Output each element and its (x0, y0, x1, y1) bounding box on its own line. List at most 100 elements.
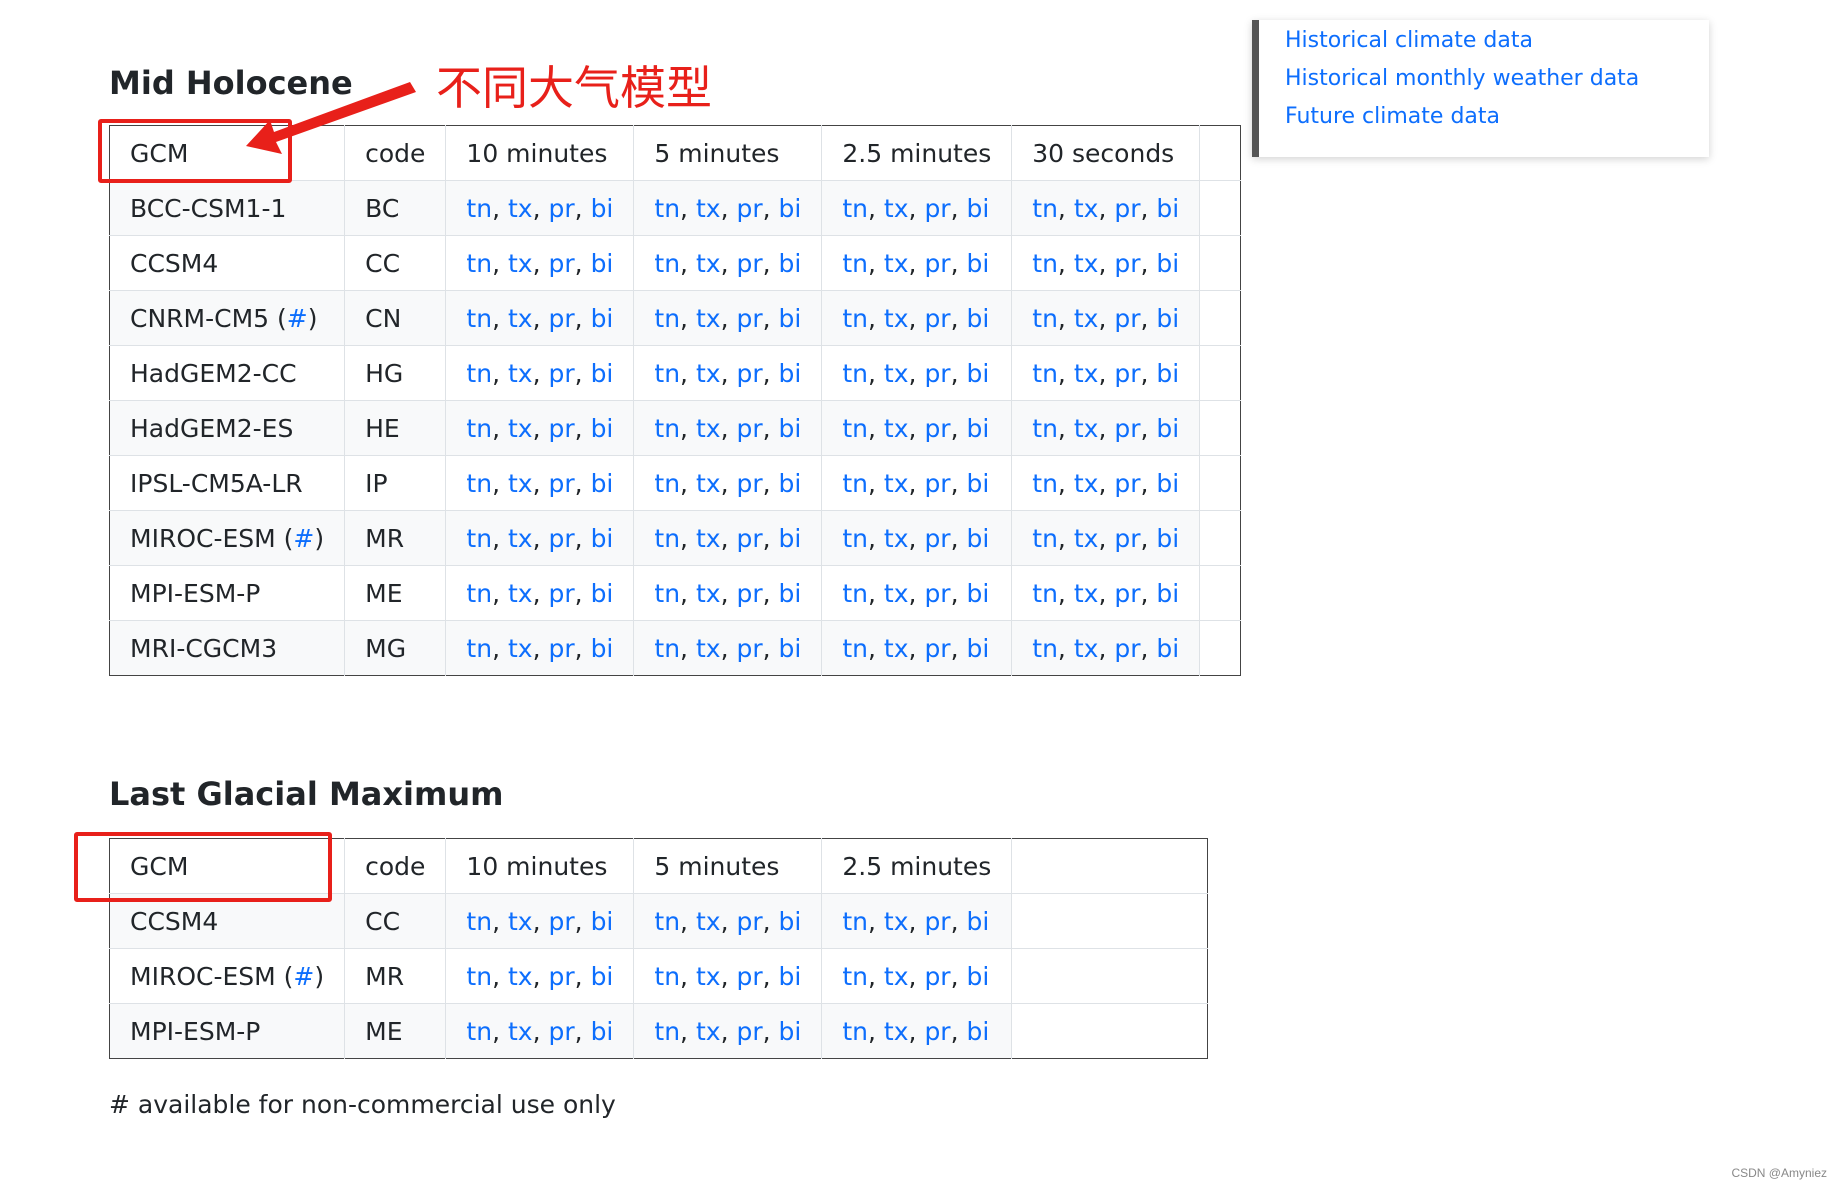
download-link-pr[interactable]: pr (736, 249, 762, 278)
download-link-bi[interactable]: bi (591, 962, 614, 991)
download-link-pr[interactable]: pr (924, 304, 950, 333)
download-link-pr[interactable]: pr (549, 469, 575, 498)
download-link-tx[interactable]: tx (696, 304, 721, 333)
download-link-bi[interactable]: bi (967, 634, 990, 663)
download-link-pr[interactable]: pr (549, 1017, 575, 1046)
download-link-pr[interactable]: pr (549, 907, 575, 936)
download-link-tx[interactable]: tx (1074, 414, 1099, 443)
download-link-pr[interactable]: pr (736, 194, 762, 223)
download-link-bi[interactable]: bi (1156, 304, 1179, 333)
download-link-bi[interactable]: bi (779, 524, 802, 553)
download-link-tn[interactable]: tn (842, 469, 868, 498)
download-link-bi[interactable]: bi (591, 249, 614, 278)
download-link-pr[interactable]: pr (924, 469, 950, 498)
download-link-bi[interactable]: bi (779, 579, 802, 608)
download-link-tn[interactable]: tn (1032, 249, 1058, 278)
download-link-tn[interactable]: tn (654, 414, 680, 443)
download-link-tx[interactable]: tx (884, 1017, 909, 1046)
download-link-tn[interactable]: tn (654, 524, 680, 553)
download-link-pr[interactable]: pr (736, 962, 762, 991)
download-link-bi[interactable]: bi (1156, 634, 1179, 663)
download-link-bi[interactable]: bi (591, 194, 614, 223)
download-link-tn[interactable]: tn (1032, 194, 1058, 223)
download-link-tx[interactable]: tx (884, 907, 909, 936)
download-link-bi[interactable]: bi (591, 1017, 614, 1046)
download-link-tn[interactable]: tn (466, 359, 492, 388)
download-link-pr[interactable]: pr (736, 579, 762, 608)
download-link-pr[interactable]: pr (1114, 359, 1140, 388)
download-link-tn[interactable]: tn (842, 524, 868, 553)
download-link-bi[interactable]: bi (967, 249, 990, 278)
download-link-tn[interactable]: tn (466, 469, 492, 498)
download-link-tn[interactable]: tn (654, 907, 680, 936)
nav-link-historical-monthly-weather[interactable]: Historical monthly weather data (1285, 60, 1709, 98)
download-link-bi[interactable]: bi (967, 469, 990, 498)
download-link-tn[interactable]: tn (466, 579, 492, 608)
download-link-tx[interactable]: tx (696, 249, 721, 278)
download-link-bi[interactable]: bi (967, 414, 990, 443)
download-link-bi[interactable]: bi (591, 359, 614, 388)
download-link-bi[interactable]: bi (779, 634, 802, 663)
download-link-tn[interactable]: tn (654, 249, 680, 278)
download-link-tn[interactable]: tn (654, 194, 680, 223)
download-link-bi[interactable]: bi (779, 469, 802, 498)
download-link-tn[interactable]: tn (1032, 359, 1058, 388)
download-link-tn[interactable]: tn (466, 962, 492, 991)
download-link-pr[interactable]: pr (924, 359, 950, 388)
download-link-pr[interactable]: pr (549, 194, 575, 223)
download-link-tn[interactable]: tn (654, 469, 680, 498)
download-link-bi[interactable]: bi (967, 1017, 990, 1046)
download-link-tx[interactable]: tx (1074, 359, 1099, 388)
download-link-pr[interactable]: pr (736, 414, 762, 443)
download-link-bi[interactable]: bi (779, 1017, 802, 1046)
download-link-tn[interactable]: tn (842, 359, 868, 388)
download-link-pr[interactable]: pr (549, 304, 575, 333)
noncommercial-link[interactable]: # (293, 962, 314, 991)
download-link-pr[interactable]: pr (736, 524, 762, 553)
download-link-tx[interactable]: tx (696, 469, 721, 498)
nav-link-historical-climate[interactable]: Historical climate data (1285, 22, 1709, 60)
download-link-tn[interactable]: tn (842, 194, 868, 223)
download-link-bi[interactable]: bi (779, 194, 802, 223)
download-link-bi[interactable]: bi (591, 414, 614, 443)
download-link-bi[interactable]: bi (591, 304, 614, 333)
download-link-tx[interactable]: tx (508, 907, 533, 936)
download-link-bi[interactable]: bi (967, 524, 990, 553)
download-link-tn[interactable]: tn (654, 359, 680, 388)
download-link-tx[interactable]: tx (1074, 194, 1099, 223)
download-link-tx[interactable]: tx (1074, 249, 1099, 278)
download-link-pr[interactable]: pr (1114, 249, 1140, 278)
download-link-tn[interactable]: tn (842, 907, 868, 936)
download-link-pr[interactable]: pr (736, 907, 762, 936)
download-link-tn[interactable]: tn (842, 304, 868, 333)
download-link-tn[interactable]: tn (466, 524, 492, 553)
download-link-bi[interactable]: bi (967, 907, 990, 936)
download-link-pr[interactable]: pr (549, 359, 575, 388)
download-link-pr[interactable]: pr (549, 962, 575, 991)
download-link-tx[interactable]: tx (1074, 469, 1099, 498)
download-link-tx[interactable]: tx (508, 304, 533, 333)
download-link-bi[interactable]: bi (779, 304, 802, 333)
download-link-tx[interactable]: tx (696, 1017, 721, 1046)
download-link-tx[interactable]: tx (696, 524, 721, 553)
download-link-pr[interactable]: pr (924, 907, 950, 936)
download-link-pr[interactable]: pr (1114, 414, 1140, 443)
download-link-pr[interactable]: pr (1114, 304, 1140, 333)
noncommercial-link[interactable]: # (293, 524, 314, 553)
download-link-tx[interactable]: tx (884, 304, 909, 333)
download-link-bi[interactable]: bi (591, 579, 614, 608)
download-link-pr[interactable]: pr (1114, 194, 1140, 223)
download-link-tx[interactable]: tx (508, 579, 533, 608)
download-link-tx[interactable]: tx (508, 962, 533, 991)
download-link-bi[interactable]: bi (591, 907, 614, 936)
download-link-pr[interactable]: pr (736, 359, 762, 388)
download-link-tn[interactable]: tn (466, 304, 492, 333)
download-link-tx[interactable]: tx (508, 359, 533, 388)
download-link-tn[interactable]: tn (1032, 414, 1058, 443)
download-link-tn[interactable]: tn (466, 1017, 492, 1046)
download-link-tx[interactable]: tx (884, 579, 909, 608)
download-link-tn[interactable]: tn (842, 634, 868, 663)
download-link-pr[interactable]: pr (736, 304, 762, 333)
download-link-tn[interactable]: tn (1032, 469, 1058, 498)
download-link-tx[interactable]: tx (884, 194, 909, 223)
